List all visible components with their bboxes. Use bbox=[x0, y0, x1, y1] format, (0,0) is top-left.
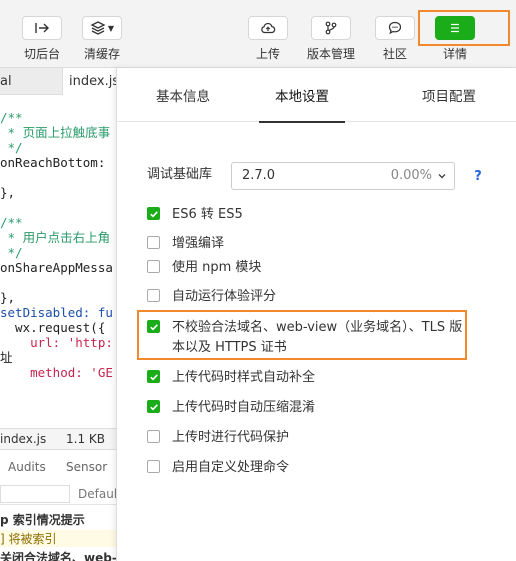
base-lib-label: 调试基础库 bbox=[147, 167, 213, 182]
code-line: 址 bbox=[0, 350, 13, 365]
tab-local-settings[interactable]: 本地设置 bbox=[259, 68, 345, 123]
community-label: 社区 bbox=[382, 47, 407, 61]
option-style-autocomplete[interactable]: 上传代码时样式自动补全 bbox=[147, 368, 315, 388]
tab-project-config[interactable]: 项目配置 bbox=[407, 68, 491, 122]
upload-button[interactable] bbox=[248, 16, 288, 40]
code-line: */ bbox=[0, 245, 23, 260]
details-label: 详情 bbox=[442, 47, 467, 61]
file-status-bar: index.js 1.1 KB bbox=[0, 428, 116, 450]
option-minify-on-upload[interactable]: 上传代码时自动压缩混淆 bbox=[147, 398, 315, 418]
details-tabs: 基本信息 本地设置 项目配置 bbox=[117, 68, 516, 123]
chat-bubble-icon bbox=[388, 21, 402, 35]
version-label: 版本管理 bbox=[306, 47, 355, 61]
layers-clear-cache-icon bbox=[90, 21, 106, 35]
option-label: 启用自定义处理命令 bbox=[172, 460, 290, 475]
option-custom-commands[interactable]: 启用自定义处理命令 bbox=[147, 458, 289, 478]
upload-item[interactable]: 上传 bbox=[246, 0, 290, 68]
editor-tab-prev[interactable]: al bbox=[0, 68, 18, 95]
version-branch-icon bbox=[325, 21, 337, 35]
chevron-down-icon bbox=[438, 174, 446, 179]
base-lib-percent: 0.00% bbox=[390, 168, 432, 183]
switch-background-button[interactable] bbox=[22, 16, 62, 40]
switch-background-item[interactable]: 切后台 bbox=[20, 0, 64, 68]
option-npm-modules[interactable]: 使用 npm 模块 bbox=[147, 258, 261, 278]
version-button[interactable] bbox=[311, 16, 351, 40]
option-label: 自动运行体验评分 bbox=[172, 289, 277, 304]
clear-cache-item[interactable]: ▼ 清缓存 bbox=[80, 0, 124, 68]
checkmark-icon bbox=[149, 403, 158, 411]
base-lib-version: 2.7.0 bbox=[242, 168, 276, 183]
domain-check-highlight-box bbox=[137, 310, 467, 360]
help-icon[interactable]: ? bbox=[469, 168, 487, 186]
log-line-2: ] 将被索引 bbox=[0, 530, 116, 547]
debug-tab-sensor[interactable]: Sensor bbox=[66, 460, 107, 474]
checkbox-checked[interactable] bbox=[147, 370, 160, 383]
tab-basic-info[interactable]: 基本信息 bbox=[139, 68, 227, 122]
file-size: 1.1 KB bbox=[66, 432, 105, 446]
option-label: 上传代码时自动压缩混淆 bbox=[172, 400, 316, 415]
code-line: onShareAppMessa bbox=[0, 260, 113, 275]
switch-background-label: 切后台 bbox=[23, 47, 60, 61]
option-label: 上传代码时样式自动补全 bbox=[172, 370, 316, 385]
checkbox-unchecked[interactable] bbox=[147, 260, 160, 273]
checkbox-unchecked[interactable] bbox=[147, 430, 160, 443]
upload-label: 上传 bbox=[255, 47, 280, 61]
option-code-protect[interactable]: 上传时进行代码保护 bbox=[147, 428, 289, 448]
checkbox-checked[interactable] bbox=[147, 207, 160, 220]
code-line: /** bbox=[0, 110, 23, 125]
log-level-select[interactable]: Default bbox=[78, 487, 116, 501]
base-lib-select[interactable]: 2.7.0 0.00% bbox=[231, 162, 455, 190]
code-line: }, bbox=[0, 185, 16, 200]
editor-tab-bar: al index.js bbox=[0, 68, 116, 95]
code-area[interactable]: /** * 页面上拉触底事 */onReachBottom:},/** * 用户… bbox=[0, 110, 113, 380]
editor-tab-index-js[interactable]: index.js bbox=[62, 68, 116, 95]
code-line: setDisabled: fu bbox=[0, 305, 113, 320]
code-line: url: 'http: bbox=[0, 335, 113, 350]
code-line: wx.request({ bbox=[0, 320, 106, 335]
option-enhanced-compile[interactable]: 增强编译 bbox=[147, 234, 224, 254]
code-line: /** bbox=[0, 215, 23, 230]
clear-cache-button[interactable]: ▼ bbox=[82, 16, 122, 40]
community-button[interactable] bbox=[375, 16, 415, 40]
version-item[interactable]: 版本管理 bbox=[304, 0, 358, 68]
file-name: index.js bbox=[0, 432, 47, 446]
code-line: */ bbox=[0, 140, 23, 155]
cloud-upload-icon bbox=[261, 22, 276, 34]
console-filter-bar: Default bbox=[0, 483, 116, 505]
chevron-down-icon: ▼ bbox=[107, 23, 115, 33]
debug-tab-audits[interactable]: Audits bbox=[8, 460, 46, 474]
option-label: 上传时进行代码保护 bbox=[172, 430, 290, 445]
option-label: 增强编译 bbox=[172, 236, 225, 251]
checkbox-unchecked[interactable] bbox=[147, 460, 160, 473]
switch-background-icon bbox=[35, 23, 49, 33]
option-es6-to-es5[interactable]: ES6 转 ES5 bbox=[147, 205, 243, 225]
clear-cache-label: 清缓存 bbox=[83, 47, 120, 61]
option-label: ES6 转 ES5 bbox=[172, 207, 243, 222]
code-line: }, bbox=[0, 290, 16, 305]
code-line: * 用户点击右上角 bbox=[0, 230, 111, 245]
code-line: onReachBottom: bbox=[0, 155, 106, 170]
community-item[interactable]: 社区 bbox=[374, 0, 416, 68]
code-line: * 页面上拉触底事 bbox=[0, 125, 111, 140]
details-panel: 基本信息 本地设置 项目配置 调试基础库 2.7.0 0.00% ? ES6 转… bbox=[116, 68, 516, 561]
checkmark-icon bbox=[149, 210, 158, 218]
details-highlight-box bbox=[418, 10, 510, 46]
code-editor: al index.js /** * 页面上拉触底事 */onReachBotto… bbox=[0, 68, 116, 561]
console-filter-input[interactable] bbox=[0, 485, 70, 503]
checkbox-unchecked[interactable] bbox=[147, 236, 160, 249]
log-line-1: p 索引情况提示 bbox=[0, 513, 85, 527]
debugger-tabs: Audits Sensor bbox=[0, 456, 116, 478]
code-line: method: 'GE bbox=[0, 365, 113, 380]
checkbox-checked[interactable] bbox=[147, 400, 160, 413]
log-line-3: 关闭合法域名、web-v bbox=[0, 551, 116, 561]
checkbox-unchecked[interactable] bbox=[147, 289, 160, 302]
checkmark-icon bbox=[149, 373, 158, 381]
option-label: 使用 npm 模块 bbox=[172, 260, 262, 275]
option-auto-score[interactable]: 自动运行体验评分 bbox=[147, 287, 276, 307]
